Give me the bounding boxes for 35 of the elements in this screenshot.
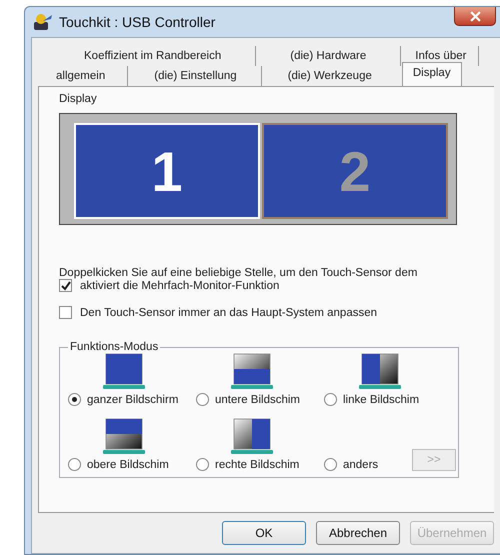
screen-layout-icon [358, 353, 402, 391]
tab[interactable]: Display [402, 62, 462, 86]
dialog-button[interactable]: Abbrechen [316, 521, 400, 545]
radio-label: obere Bildschim [87, 458, 169, 470]
screen-layout-icon [102, 418, 146, 456]
radio-button[interactable] [324, 393, 337, 406]
radio-button[interactable] [68, 458, 81, 471]
screen-layout-icon [230, 353, 274, 391]
radio-button[interactable] [196, 458, 209, 471]
screen-layout-icon [102, 353, 146, 391]
monitor-tile[interactable]: 1 [74, 123, 260, 219]
checkbox[interactable] [59, 306, 72, 319]
tab[interactable]: Koeffizient im Randbereich [70, 46, 256, 66]
tab[interactable]: (die) Hardware [256, 46, 402, 66]
checkbox[interactable] [59, 279, 72, 292]
tab[interactable]: (die) Werkzeuge [262, 66, 402, 86]
radio-button[interactable] [68, 393, 81, 406]
group-title: Funktions-Modus [69, 341, 160, 353]
radio-label: untere Bildschim [215, 394, 300, 406]
radio-label: ganzer Bildschirm [87, 394, 178, 406]
window-title: Touchkit : USB Controller [59, 14, 216, 30]
dialog-button[interactable]: OK [222, 521, 306, 545]
close-button[interactable] [454, 7, 496, 26]
radio-button[interactable] [196, 393, 209, 406]
radio-label: anders [343, 458, 378, 470]
close-icon [470, 10, 480, 22]
radio-label: rechte Bildschim [215, 458, 300, 470]
checkbox-label: aktiviert die Mehrfach-Monitor-Funktion [80, 280, 280, 292]
radio-button[interactable] [324, 458, 337, 471]
screen-layout-icon [230, 418, 274, 456]
instruction-text: Doppelkicken Sie auf eine beliebige Stelle, um den Touch-Sensor dem [59, 267, 418, 279]
touch-tool-icon [33, 13, 53, 31]
radio-label: linke Bildschim [343, 394, 420, 406]
group-title: Display [59, 93, 98, 105]
checkbox-label: Den Touch-Sensor immer an das Haupt-System anpassen [80, 306, 378, 318]
